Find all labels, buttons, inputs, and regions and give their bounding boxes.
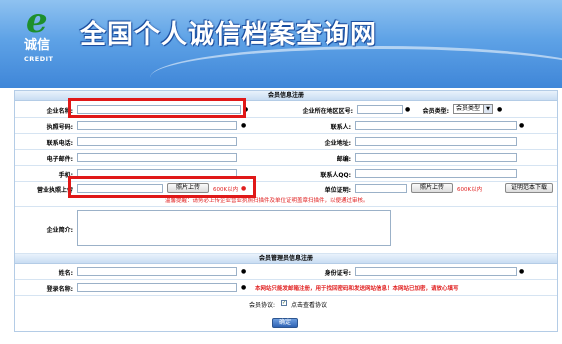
postcode-label: 邮编: — [336, 156, 351, 163]
mobile-label: 手机: — [58, 172, 73, 179]
row-license-contact: 执照号码: ● 联系人: ● — [15, 118, 557, 134]
banner-swoosh — [150, 46, 562, 88]
submit-button[interactable]: 确定 — [272, 318, 298, 328]
region-code-label: 企业所在地区区号: — [302, 108, 353, 115]
name-input[interactable] — [77, 267, 237, 276]
row-name-id: 姓名: ● 身份证号: ● — [15, 264, 557, 280]
id-number-input[interactable] — [355, 267, 517, 276]
cert-sample-download-button[interactable]: 证明范本下载 — [505, 183, 553, 193]
qq-input[interactable] — [355, 169, 517, 178]
required-mark: ● — [497, 106, 503, 113]
license-upload-label: 营业执照上传 — [36, 187, 73, 194]
highlight-license-upload — [68, 176, 256, 198]
admin-info-heading: 会员管理员信息注册 — [15, 254, 557, 264]
row-company-profile: 企业简介: — [15, 207, 557, 254]
id-number-label: 身份证号: — [324, 270, 351, 277]
contact-person-input[interactable] — [355, 121, 517, 130]
qq-label: 联系人QQ: — [320, 172, 351, 179]
highlight-company-name — [68, 98, 246, 118]
row-login-name: 登录名称: ● 本网站只能发邮箱注册，用于找回密码和发送网站信息！本网站已加密，… — [15, 280, 557, 296]
required-mark: ● — [241, 122, 247, 129]
agreement-link[interactable]: 点击查看协议 — [291, 300, 327, 309]
site-banner: e 诚信 CREDIT 全国个人诚信档案查询网 — [0, 0, 562, 88]
required-mark: ● — [241, 284, 247, 291]
registration-panel: 会员信息注册 企业名称: ● 企业所在地区区号: ● 会员类型: 会员类型 ▼ … — [14, 90, 558, 332]
member-type-select[interactable]: 会员类型 ▼ — [453, 104, 493, 114]
postcode-input[interactable] — [355, 153, 517, 162]
row-phone-address: 联系电话: 企业地址: — [15, 134, 557, 150]
logo-en-text: CREDIT — [24, 55, 54, 63]
unit-cert-size-hint: 600K以内 — [457, 187, 483, 193]
agreement-label: 会员协议: — [248, 302, 275, 309]
required-mark: ● — [519, 268, 525, 275]
agreement-checkbox[interactable]: ✓ — [281, 300, 287, 306]
member-type-value: 会员类型 — [456, 105, 481, 112]
phone-input[interactable] — [77, 137, 237, 146]
unit-cert-label: 单位证明: — [324, 187, 351, 194]
logo-e-mark: e — [26, 1, 48, 41]
address-label: 企业地址: — [324, 140, 351, 147]
required-mark: ● — [241, 268, 247, 275]
site-title: 全国个人诚信档案查询网 — [80, 20, 378, 50]
chevron-down-icon: ▼ — [483, 105, 492, 113]
email-input[interactable] — [77, 153, 237, 162]
license-no-label: 执照号码: — [46, 124, 73, 131]
email-label: 电子邮件: — [46, 156, 73, 163]
name-label: 姓名: — [58, 270, 73, 277]
company-profile-label: 企业简介: — [46, 227, 73, 234]
member-type-label: 会员类型: — [422, 108, 449, 115]
company-profile-textarea[interactable] — [77, 210, 391, 246]
logo-cn-text: 诚信 — [24, 38, 51, 53]
unit-cert-upload-button[interactable]: 照片上传 — [411, 183, 453, 193]
phone-label: 联系电话: — [46, 140, 73, 147]
region-code-input[interactable] — [357, 105, 403, 114]
required-mark: ● — [519, 122, 525, 129]
credit-logo: e 诚信 CREDIT — [10, 2, 72, 66]
row-email-postcode: 电子邮件: 邮编: — [15, 150, 557, 166]
row-agreement: 会员协议: ✓ 点击查看协议 — [15, 296, 557, 310]
login-name-label: 登录名称: — [46, 286, 73, 293]
login-notice: 本网站只能发邮箱注册，用于找回密码和发送网站信息！本网站已加密，请放心填写 — [255, 286, 459, 292]
required-mark: ● — [405, 106, 411, 113]
login-name-input[interactable] — [77, 283, 237, 292]
address-input[interactable] — [355, 137, 517, 146]
license-no-input[interactable] — [77, 121, 237, 130]
company-name-label: 企业名称: — [46, 108, 73, 115]
unit-cert-file-input[interactable] — [355, 184, 407, 193]
contact-person-label: 联系人: — [330, 124, 351, 131]
